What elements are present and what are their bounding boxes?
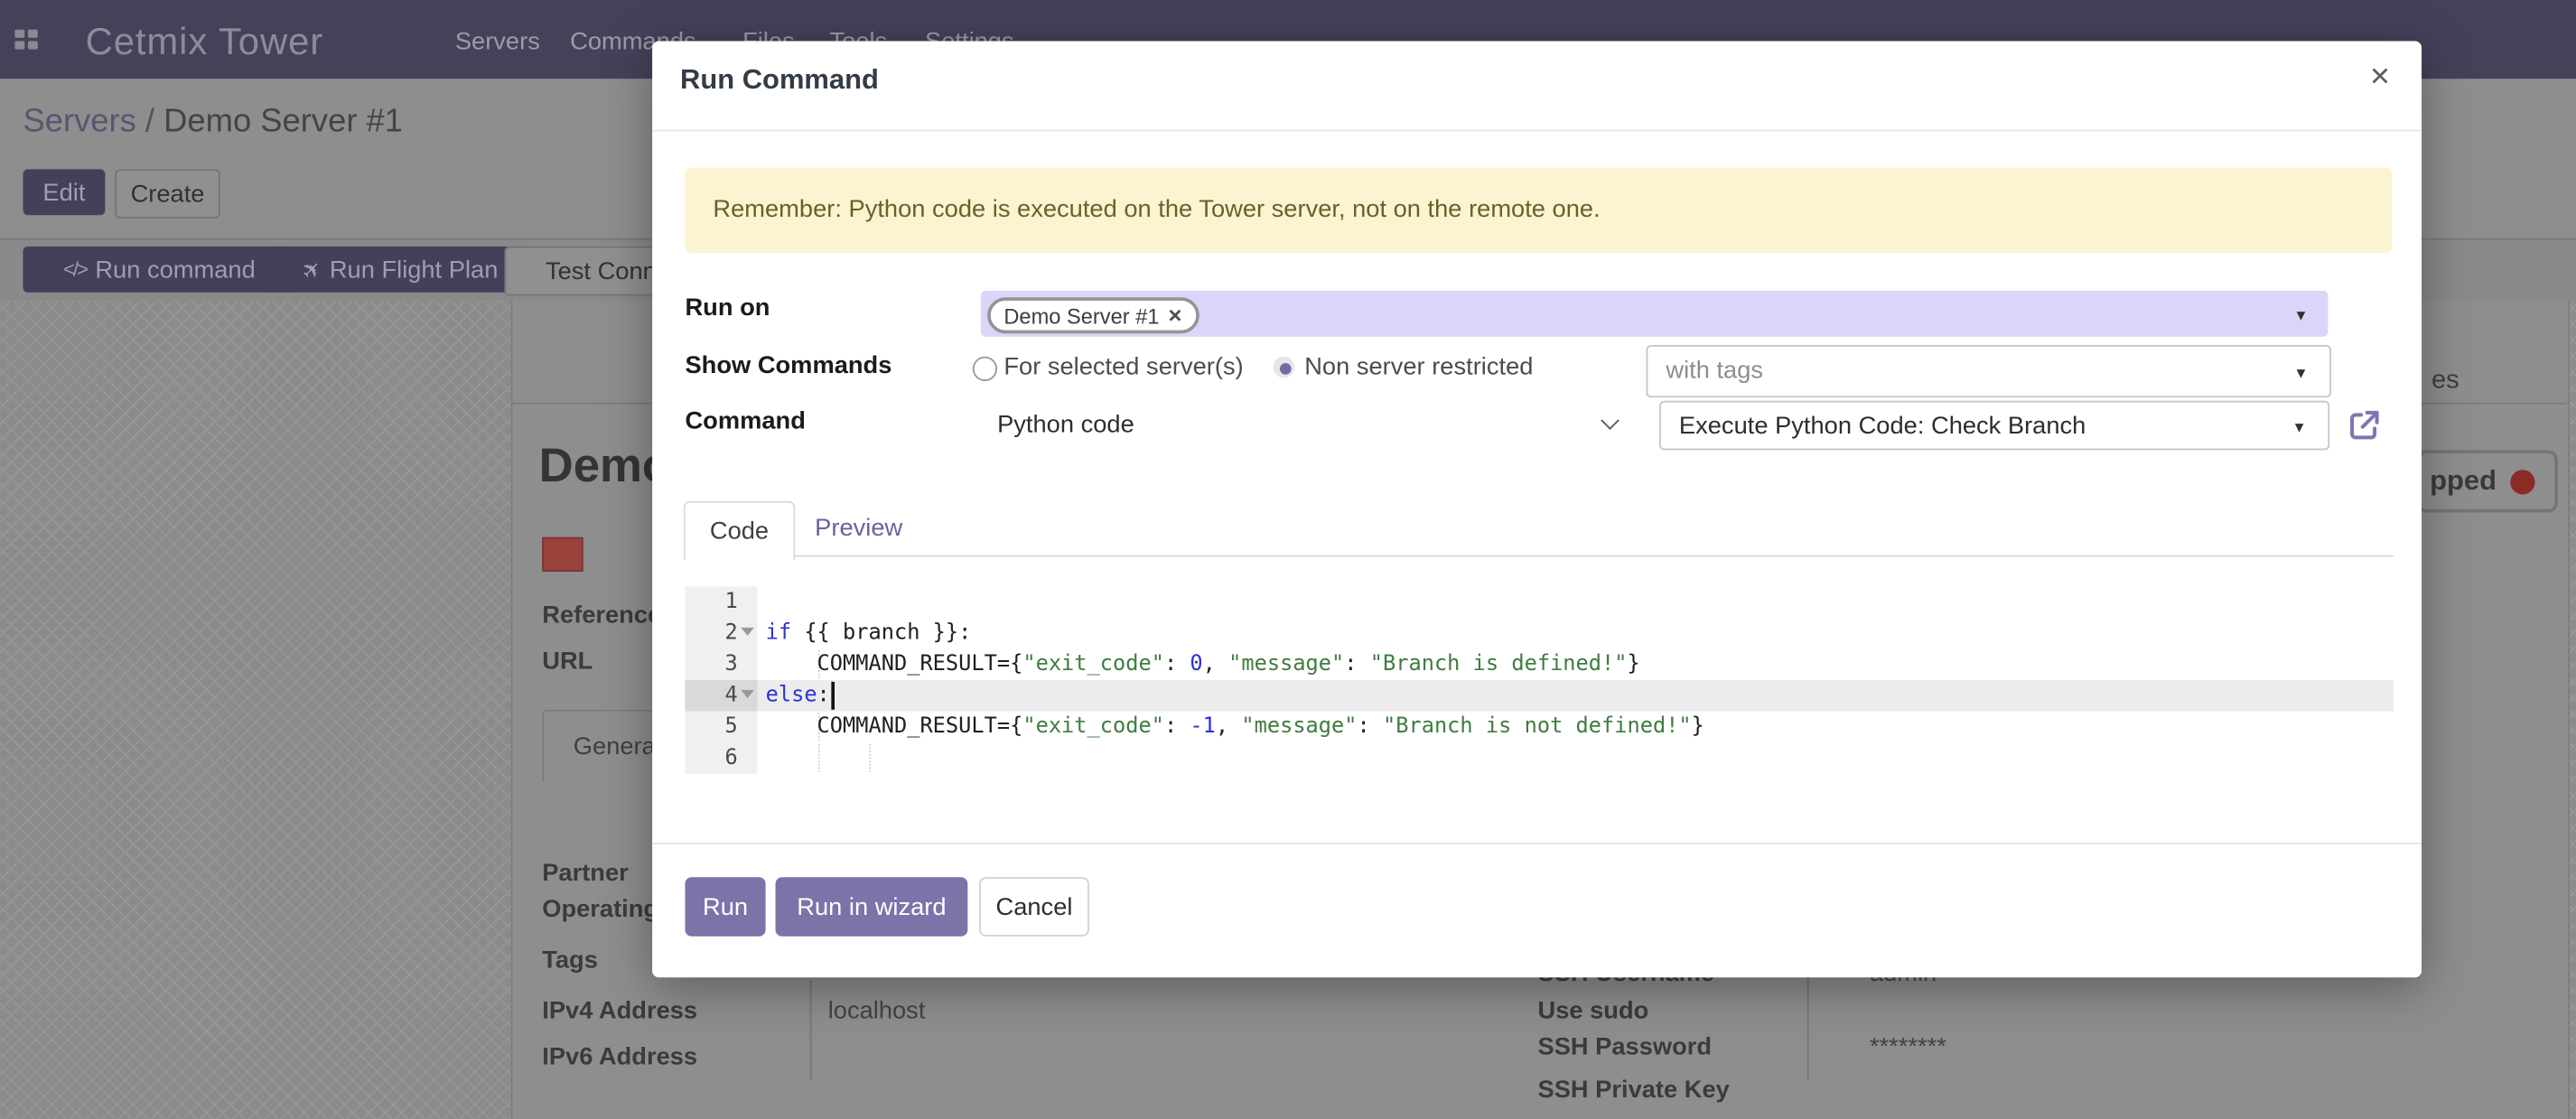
- server-color-swatch[interactable]: [542, 537, 583, 572]
- status-label-fragment: pped: [2430, 465, 2497, 498]
- external-link-icon[interactable]: [2346, 407, 2382, 443]
- field-label: Use sudo: [1537, 997, 1648, 1025]
- editor-line[interactable]: 3 COMMAND_RESULT={"exit_code": 0, "messa…: [685, 648, 2394, 680]
- gutter-cell: 4: [685, 680, 757, 712]
- tab-divider: [685, 555, 2394, 557]
- command-select[interactable]: Execute Python Code: Check Branch ▼: [1659, 401, 2329, 451]
- radio-unselected[interactable]: [973, 357, 997, 381]
- editor-line[interactable]: 2if {{ branch }}:: [685, 618, 2394, 649]
- screen: Cetmix Tower ServersCommandsFilesToolsSe…: [0, 0, 2576, 1119]
- modal-footer-divider: [652, 843, 2422, 844]
- edit-button[interactable]: Edit: [23, 169, 105, 215]
- select-chevron-icon: [1601, 411, 1619, 430]
- indent-guide: [817, 744, 819, 772]
- editor-line[interactable]: 1: [685, 586, 2394, 618]
- command-label: Command: [685, 407, 805, 435]
- breadcrumb-parent-link[interactable]: Servers: [23, 104, 135, 140]
- run-on-multiselect[interactable]: Demo Server #1 ✕ ▼: [981, 291, 2328, 337]
- gutter-cell: 1: [685, 586, 757, 618]
- command-type-select[interactable]: Python code: [979, 401, 1639, 447]
- editor-line[interactable]: 5 COMMAND_RESULT={"exit_code": -1, "mess…: [685, 712, 2394, 743]
- fold-arrow-icon[interactable]: [741, 628, 754, 636]
- server-tag-pill[interactable]: Demo Server #1 ✕: [987, 297, 1199, 333]
- run-command-modal: Run Command ✕ Remember: Python code is e…: [652, 41, 2422, 977]
- dropdown-caret-icon: ▼: [2292, 419, 2307, 435]
- modal-header-divider: [652, 130, 2422, 132]
- with-tags-select[interactable]: with tags ▼: [1647, 345, 2331, 397]
- run-command-button[interactable]: </> Run command: [23, 247, 295, 293]
- server-status-badge[interactable]: pped: [2417, 450, 2558, 512]
- gutter-cell: 3: [685, 648, 757, 680]
- field-column-divider: [810, 981, 812, 1081]
- close-icon[interactable]: ✕: [2369, 61, 2391, 93]
- fold-arrow-icon[interactable]: [741, 690, 754, 698]
- field-label: Tags: [542, 946, 598, 974]
- code-editor[interactable]: 12if {{ branch }}:3 COMMAND_RESULT={"exi…: [685, 586, 2394, 816]
- editor-line[interactable]: 4else:: [685, 680, 2394, 712]
- stat-button-fragment[interactable]: es: [2431, 367, 2459, 396]
- gutter-cell: 5: [685, 712, 757, 743]
- cancel-button[interactable]: Cancel: [979, 877, 1089, 936]
- radio-label[interactable]: For selected server(s): [1003, 353, 1243, 381]
- dropdown-caret-icon: ▼: [2293, 365, 2308, 381]
- field-label: URL: [542, 648, 593, 676]
- field-label: IPv4 Address: [542, 997, 697, 1025]
- run-button[interactable]: Run: [685, 877, 765, 936]
- field-label: Reference: [542, 601, 661, 629]
- gutter-cell: 2: [685, 618, 757, 649]
- show-commands-label: Show Commands: [685, 351, 891, 379]
- indent-guide: [870, 744, 872, 772]
- gutter-cell: 6: [685, 742, 757, 774]
- apps-grid-icon[interactable]: [14, 30, 37, 50]
- remove-tag-icon[interactable]: ✕: [1168, 304, 1183, 326]
- radio-label[interactable]: Non server restricted: [1304, 353, 1533, 381]
- python-warning-alert: Remember: Python code is executed on the…: [685, 168, 2392, 254]
- run-on-label: Run on: [685, 294, 770, 322]
- field-value: localhost: [828, 997, 926, 1025]
- editor-line[interactable]: 6: [685, 742, 2394, 774]
- dropdown-caret-icon: ▼: [2293, 307, 2308, 323]
- nav-item-servers[interactable]: Servers: [455, 28, 540, 56]
- breadcrumb: Servers / Demo Server #1: [23, 104, 403, 142]
- app-brand: Cetmix Tower: [86, 20, 324, 64]
- tab-preview[interactable]: Preview: [815, 514, 902, 542]
- field-value: ********: [1870, 1033, 1946, 1061]
- modal-title: Run Command: [680, 64, 879, 97]
- plane-icon: ✈: [295, 253, 329, 286]
- run-in-wizard-button[interactable]: Run in wizard: [776, 877, 968, 936]
- create-button[interactable]: Create: [115, 169, 219, 219]
- breadcrumb-current: Demo Server #1: [163, 104, 403, 140]
- field-label: IPv6 Address: [542, 1043, 697, 1071]
- radio-selected[interactable]: [1274, 357, 1295, 378]
- field-label: SSH Password: [1537, 1033, 1712, 1061]
- code-icon: </>: [63, 258, 87, 281]
- field-label: Operating: [542, 895, 658, 923]
- field-label: SSH Private Key: [1537, 1076, 1729, 1104]
- breadcrumb-separator: /: [145, 104, 154, 140]
- text-cursor: [830, 682, 834, 710]
- field-column-divider: [1807, 969, 1809, 1081]
- field-label: Partner: [542, 859, 629, 887]
- run-flight-plan-button[interactable]: ✈ Run Flight Plan: [266, 247, 534, 293]
- status-red-dot: [2510, 469, 2534, 493]
- tab-code[interactable]: Code: [684, 501, 796, 560]
